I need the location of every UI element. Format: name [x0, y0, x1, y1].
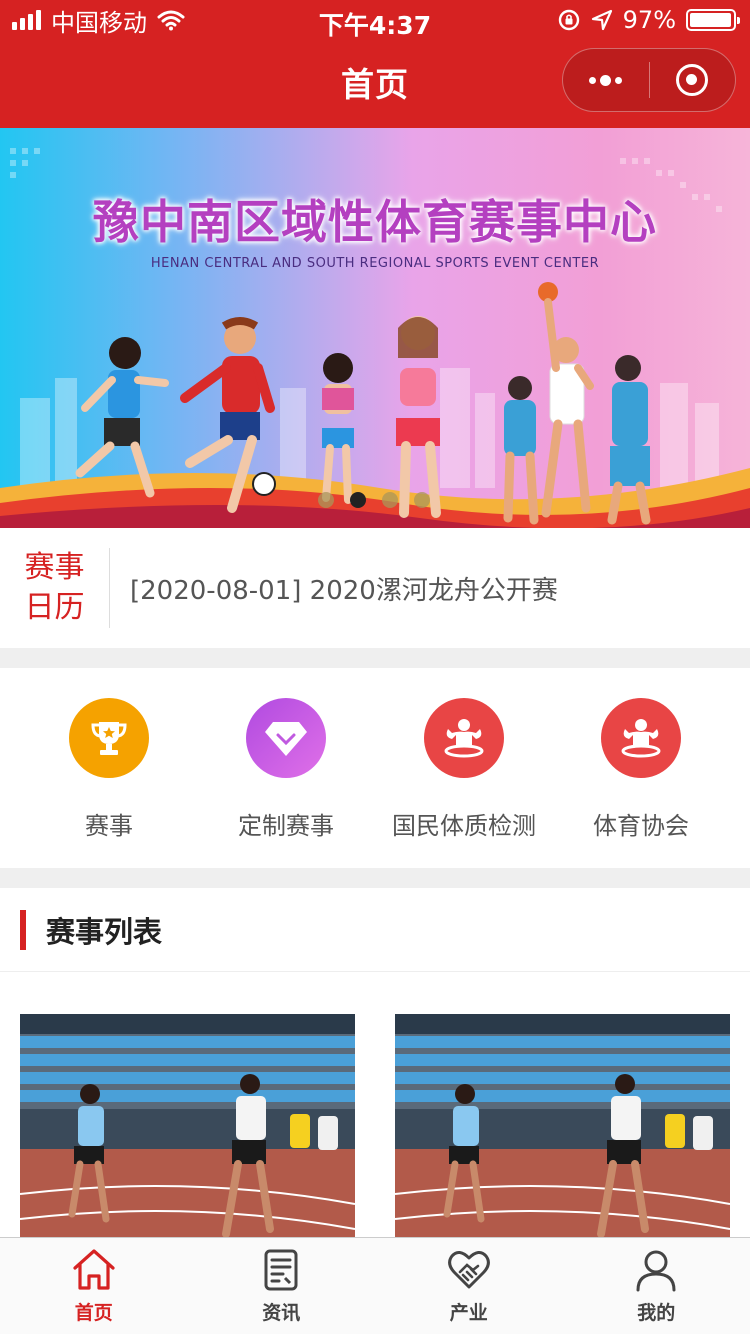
tab-label: 资讯: [262, 1302, 301, 1324]
status-bar: 中国移动 下午4:37 97%: [0, 0, 750, 40]
muscle-icon: [601, 698, 681, 778]
entry-events[interactable]: 赛事: [19, 698, 199, 841]
calendar-label: 赛事 日历: [0, 548, 110, 628]
mini-program-capsule: [562, 48, 736, 112]
event-calendar-notice[interactable]: 赛事 日历 [2020-08-01] 2020漯河龙舟公开赛: [0, 528, 750, 648]
user-icon: [636, 1250, 676, 1292]
tab-label: 我的: [637, 1302, 676, 1324]
more-button[interactable]: [563, 49, 649, 111]
calendar-label-line2: 日历: [24, 590, 85, 625]
event-list-title: 赛事列表: [46, 914, 163, 949]
battery-icon: [686, 9, 740, 31]
home-icon: [73, 1249, 115, 1290]
muscle-icon: [424, 698, 504, 778]
app-root: 中国移动 下午4:37 97% 首页 豫中南区域性体育赛事中心 HENAN CE…: [0, 0, 750, 1334]
tab-label: 产业: [449, 1302, 488, 1324]
carousel-indicators: [318, 492, 430, 508]
banner-title: 豫中南区域性体育赛事中心: [93, 195, 657, 249]
entry-label: 体育协会: [593, 812, 689, 840]
more-dots-icon: [589, 74, 623, 86]
carousel-dot[interactable]: [382, 492, 398, 508]
calendar-notice-text[interactable]: [2020-08-01] 2020漯河龙舟公开赛: [110, 570, 558, 607]
target-icon: [676, 64, 709, 96]
trophy-icon: [69, 698, 149, 778]
section-accent-bar: [20, 909, 26, 950]
tab-mine[interactable]: 我的: [563, 1238, 750, 1334]
tab-news[interactable]: 资讯: [188, 1238, 376, 1334]
event-list-header: 赛事列表: [0, 888, 750, 972]
tab-industry[interactable]: 产业: [375, 1238, 563, 1334]
carousel-dot[interactable]: [318, 492, 334, 508]
close-mini-program-button[interactable]: [650, 49, 736, 111]
entry-label: 定制赛事: [238, 812, 334, 840]
carousel-dot[interactable]: [414, 492, 430, 508]
bottom-tab-bar: 首页 资讯 产业 我的: [0, 1237, 750, 1334]
tab-home[interactable]: 首页: [0, 1238, 188, 1334]
event-list-section: 赛事列表: [0, 888, 750, 1238]
entry-custom-events[interactable]: 定制赛事: [196, 698, 376, 841]
entry-sports-association[interactable]: 体育协会: [551, 698, 731, 841]
event-card-image[interactable]: [395, 1014, 730, 1238]
quick-entry-grid: 赛事 定制赛事 国民体质检测 体育协会: [0, 668, 750, 868]
location-icon: [591, 9, 612, 31]
carousel-dot[interactable]: [350, 492, 366, 508]
entry-fitness-test[interactable]: 国民体质检测: [374, 698, 554, 841]
news-icon: [264, 1249, 298, 1291]
orientation-lock-icon: [558, 9, 579, 31]
status-right: 97%: [557, 6, 740, 34]
handshake-icon: [447, 1251, 490, 1289]
battery-percent: 97%: [622, 6, 676, 34]
track-race-photo: [20, 1014, 355, 1238]
banner-carousel[interactable]: 豫中南区域性体育赛事中心 HENAN CENTRAL AND SOUTH REG…: [0, 128, 750, 528]
top-bar: 中国移动 下午4:37 97% 首页: [0, 0, 750, 128]
battery-fill: [690, 13, 731, 27]
event-card-image[interactable]: [20, 1014, 355, 1238]
tab-label: 首页: [74, 1302, 113, 1324]
diamond-icon: [246, 698, 326, 778]
entry-label: 国民体质检测: [392, 812, 536, 840]
entry-label: 赛事: [85, 812, 133, 840]
calendar-label-line1: 赛事: [24, 550, 85, 585]
banner-subtitle: HENAN CENTRAL AND SOUTH REGIONAL SPORTS …: [150, 256, 600, 271]
track-race-photo: [395, 1014, 730, 1238]
